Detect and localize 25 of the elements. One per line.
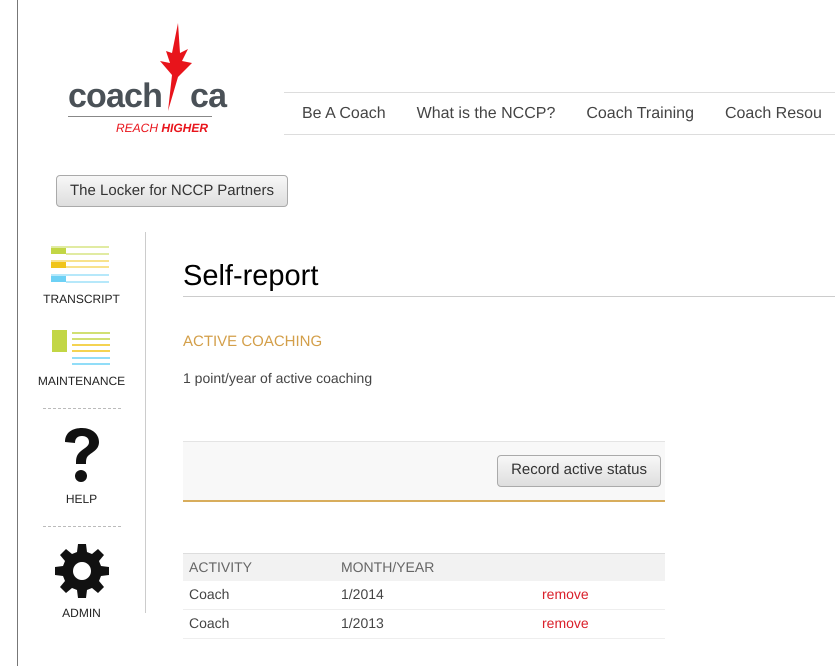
table-cell: Coach <box>189 586 230 602</box>
section-note: 1 point/year of active coaching <box>183 368 374 388</box>
nav-link[interactable]: Be A Coach <box>302 102 386 126</box>
table-cell: 1/2014 <box>341 586 384 602</box>
column-header: ACTIVITY <box>189 558 252 574</box>
logo-text: coach <box>68 79 162 113</box>
column-header: MONTH/YEAR <box>341 558 434 574</box>
nav-label[interactable]: ADMIN <box>62 604 101 622</box>
nav-link[interactable]: Coach Training <box>586 102 694 126</box>
remove-link[interactable]: remove <box>542 615 589 631</box>
settings-icon[interactable] <box>54 544 108 598</box>
nav-label[interactable]: TRANSCRIPT <box>43 290 120 308</box>
table-cell: Coach <box>189 615 230 631</box>
locker-button[interactable]: The Locker for NCCP Partners <box>56 175 288 207</box>
nav-link[interactable]: Coach Resou <box>724 102 822 126</box>
nav-link[interactable]: What is the NCCP? <box>416 102 556 126</box>
table-cell: 1/2013 <box>341 615 384 631</box>
record-button[interactable]: Record active status <box>497 454 661 486</box>
nav-label[interactable]: MAINTENANCE <box>38 372 126 390</box>
section-heading: ACTIVE COACHING <box>183 332 324 352</box>
page-title: Self-report <box>183 259 320 294</box>
tagline: REACH HIGHER <box>116 120 208 137</box>
remove-link[interactable]: remove <box>542 586 589 602</box>
nav-label[interactable]: HELP <box>66 490 98 508</box>
logo-text: ca <box>190 79 226 113</box>
